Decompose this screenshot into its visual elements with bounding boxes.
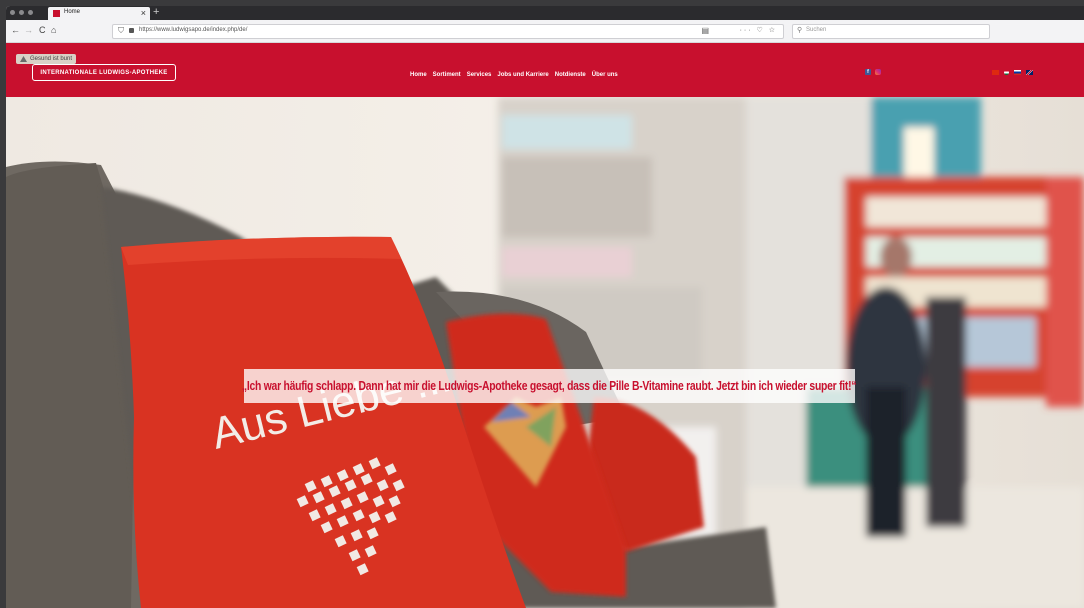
flag-uk-icon[interactable] [1026,70,1033,75]
reload-button[interactable]: C [39,25,46,36]
menu-item-jobs[interactable]: Jobs und Karriere [497,72,548,78]
facebook-icon[interactable]: f [865,69,871,75]
instagram-icon[interactable] [875,69,881,75]
language-switcher [992,70,1033,75]
main-menu: Home Sortiment Services Jobs und Karrier… [410,72,618,78]
url-bar[interactable]: ⛉ https://www.ludwigsapo.de/index.php/de… [112,24,784,39]
site-header: Gesund ist bunt INTERNATIONALE LUDWIGS-A… [6,43,1084,97]
tab-bar: Home × + [6,6,1084,20]
browser-window: Home × + ← → C ⌂ ⛉ https://www.ludwigsap… [6,6,1084,608]
minimize-window-icon[interactable] [19,10,24,15]
flag-russia-icon[interactable] [1014,70,1021,75]
home-button[interactable]: ⌂ [51,25,56,36]
testimonial-banner: „Ich war häufig schlapp. Dann hat mir di… [242,369,857,403]
reader-view-icon[interactable]: ▤ [701,26,709,35]
window-controls[interactable] [10,10,33,15]
navigation-bar: ← → C ⌂ ⛉ https://www.ludwigsapo.de/inde… [6,20,1084,43]
search-input[interactable]: Suchen [806,27,826,33]
menu-item-home[interactable]: Home [410,72,427,78]
tab-close-icon[interactable]: × [141,7,146,20]
back-button[interactable]: ← [11,25,20,36]
favicon-icon [53,10,60,17]
close-window-icon[interactable] [10,10,15,15]
url-text[interactable]: https://www.ludwigsapo.de/index.php/de/ [139,27,247,33]
menu-item-notdienste[interactable]: Notdienste [555,72,586,78]
menu-item-sortiment[interactable]: Sortiment [433,72,461,78]
flag-arabic-icon[interactable] [1004,70,1009,75]
page-actions[interactable]: ··· ♡ ☆ [740,26,777,34]
search-bar[interactable]: ⚲ Suchen [792,24,990,39]
maximize-window-icon[interactable] [28,10,33,15]
badge-text: Gesund ist bunt [30,56,73,62]
testimonial-quote: „Ich war häufig schlapp. Dann hat mir di… [242,379,857,393]
tab-title: Home [64,9,81,15]
social-links: f [865,69,881,75]
site-logo[interactable]: INTERNATIONALE LUDWIGS-APOTHEKE [32,64,176,81]
hero-image: Aus Liebe ... „Ich war häufig schlapp. D… [6,97,1084,608]
forward-button[interactable]: → [24,25,33,36]
new-tab-button[interactable]: + [153,6,159,19]
logo-text: INTERNATIONALE LUDWIGS-APOTHEKE [40,69,168,76]
screen-frame: Home × + ← → C ⌂ ⛉ https://www.ludwigsap… [0,0,1084,608]
logo-badge[interactable]: Gesund ist bunt [16,54,77,64]
menu-item-services[interactable]: Services [467,72,492,78]
shield-icon[interactable]: ⛉ [118,26,124,36]
menu-item-ueber-uns[interactable]: Über uns [592,72,618,78]
hero-photo: Aus Liebe ... [6,97,1084,608]
tab-home[interactable]: Home × [48,7,150,20]
lock-icon[interactable] [129,28,134,33]
flag-china-icon[interactable] [992,70,999,75]
search-icon: ⚲ [797,27,803,34]
mountain-icon [20,56,27,62]
